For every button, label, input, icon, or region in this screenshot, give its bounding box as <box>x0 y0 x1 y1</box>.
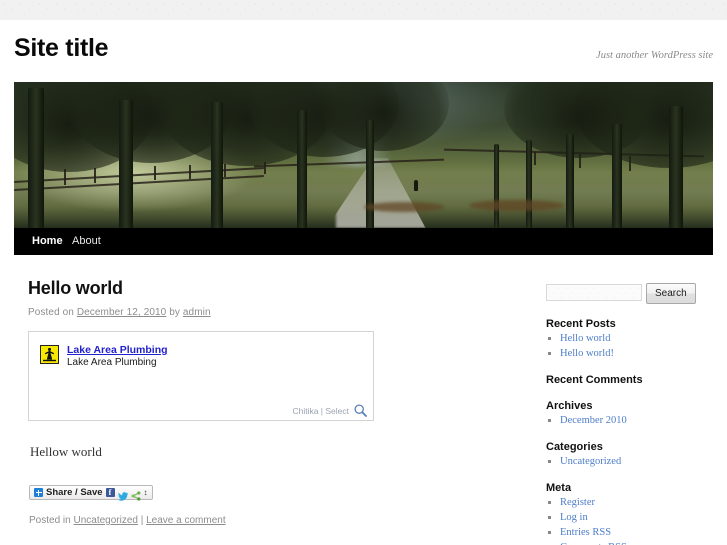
leaf-pile <box>364 202 444 212</box>
share-save-label: Share / Save <box>46 487 103 498</box>
widget-archives: Archives December 2010 <box>546 400 727 427</box>
main-navigation: Home About <box>14 228 713 255</box>
meta-login-link[interactable]: Log in <box>560 512 588 523</box>
post-author-link[interactable]: admin <box>183 307 211 318</box>
archive-link[interactable]: December 2010 <box>560 415 627 426</box>
widget-title: Recent Posts <box>546 318 616 330</box>
recent-post-link[interactable]: Hello world <box>560 333 610 344</box>
sidebar: Search Recent Posts Hello world Hello wo… <box>546 283 727 545</box>
widget-meta: Meta Register Log in Entries RSS Comment… <box>546 482 727 545</box>
list-item: Comments RSS <box>546 541 727 545</box>
search-button[interactable]: Search <box>646 283 696 304</box>
fence-post <box>94 168 96 183</box>
widget-title: Recent Comments <box>546 374 643 386</box>
page-root: Site title Just another WordPress site H… <box>0 0 727 545</box>
post-footer-prefix: Posted in <box>29 515 74 526</box>
leaf-pile <box>469 200 564 211</box>
post-meta-prefix: Posted on <box>28 307 77 318</box>
post-title[interactable]: Hello world <box>28 278 388 299</box>
list-item: Hello world <box>546 332 727 345</box>
list-item: Log in <box>546 511 727 524</box>
tree-trunk <box>669 106 683 228</box>
search-input[interactable] <box>546 284 642 301</box>
nav-item-about[interactable]: About <box>72 235 101 247</box>
fence-post <box>224 164 226 177</box>
list-item: Hello world! <box>546 347 727 360</box>
list-item: December 2010 <box>546 414 727 427</box>
list-item: Register <box>546 496 727 509</box>
magnifier-icon[interactable] <box>353 403 368 418</box>
fence-post <box>534 152 536 165</box>
header-image <box>14 82 713 228</box>
share-dropdown-caret[interactable]: ↕ <box>144 488 148 497</box>
ad-title-link[interactable]: Lake Area Plumbing <box>67 344 168 356</box>
post-category-link[interactable]: Uncategorized <box>73 515 137 526</box>
tree-trunk <box>211 102 223 228</box>
widget-title: Categories <box>546 441 603 453</box>
tree-trunk <box>297 110 307 228</box>
site-title[interactable]: Site title <box>14 36 109 61</box>
post-header: Hello world Posted on December 12, 2010 … <box>28 278 388 318</box>
leave-comment-link[interactable]: Leave a comment <box>146 515 226 526</box>
site-description: Just another WordPress site <box>596 50 713 61</box>
meta-register-link[interactable]: Register <box>560 497 595 508</box>
fence-post <box>189 165 191 179</box>
search-form: Search <box>546 283 727 304</box>
widget-recent-comments: Recent Comments <box>546 374 727 386</box>
list-item: Uncategorized <box>546 455 727 468</box>
post-meta-by: by <box>166 307 183 318</box>
widget-title: Meta <box>546 482 572 494</box>
post-footer: Posted in Uncategorized | Leave a commen… <box>29 515 226 526</box>
person-figure <box>414 180 418 191</box>
tree-trunk <box>526 140 532 228</box>
browser-top-band <box>0 0 727 20</box>
tree-trunk <box>366 120 374 228</box>
fence-post <box>154 166 156 180</box>
tree-trunk <box>612 124 622 228</box>
share-save-button[interactable]: Share / Save f ↕ <box>29 485 153 501</box>
twitter-bird-icon[interactable] <box>117 488 128 501</box>
post-date-link[interactable]: December 12, 2010 <box>77 307 167 318</box>
post-body: Hellow world <box>30 444 102 459</box>
widget-list: Uncategorized <box>546 455 727 468</box>
tree-trunk <box>494 144 499 228</box>
ad-description: Lake Area Plumbing <box>67 357 157 368</box>
tree-trunk <box>119 100 133 228</box>
widget-list: Register Log in Entries RSS Comments RSS <box>546 496 727 545</box>
widget-title: Archives <box>546 400 593 412</box>
meta-entries-rss-link[interactable]: Entries RSS <box>560 527 611 538</box>
site-header: Site title Just another WordPress site <box>0 20 727 80</box>
share-icon[interactable] <box>131 488 141 501</box>
chitika-ad-box[interactable]: Lake Area Plumbing Lake Area Plumbing Ch… <box>28 331 374 421</box>
tree-trunk <box>566 134 574 228</box>
category-link[interactable]: Uncategorized <box>560 456 621 467</box>
widget-categories: Categories Uncategorized <box>546 441 727 468</box>
ad-brand-label[interactable]: Chitika | Select <box>292 406 349 416</box>
warning-person-icon <box>40 345 59 364</box>
widget-recent-posts: Recent Posts Hello world Hello world! <box>546 318 727 360</box>
recent-post-link[interactable]: Hello world! <box>560 348 614 359</box>
post-footer-separator: | <box>137 515 147 526</box>
list-item: Entries RSS <box>546 526 727 539</box>
nav-item-home[interactable]: Home <box>32 235 63 247</box>
post-meta: Posted on December 12, 2010 by admin <box>28 307 388 318</box>
tree-trunk <box>28 88 44 228</box>
addthis-plus-icon <box>34 488 43 497</box>
widget-list: Hello world Hello world! <box>546 332 727 360</box>
widget-list: December 2010 <box>546 414 727 427</box>
facebook-icon[interactable]: f <box>105 488 115 497</box>
